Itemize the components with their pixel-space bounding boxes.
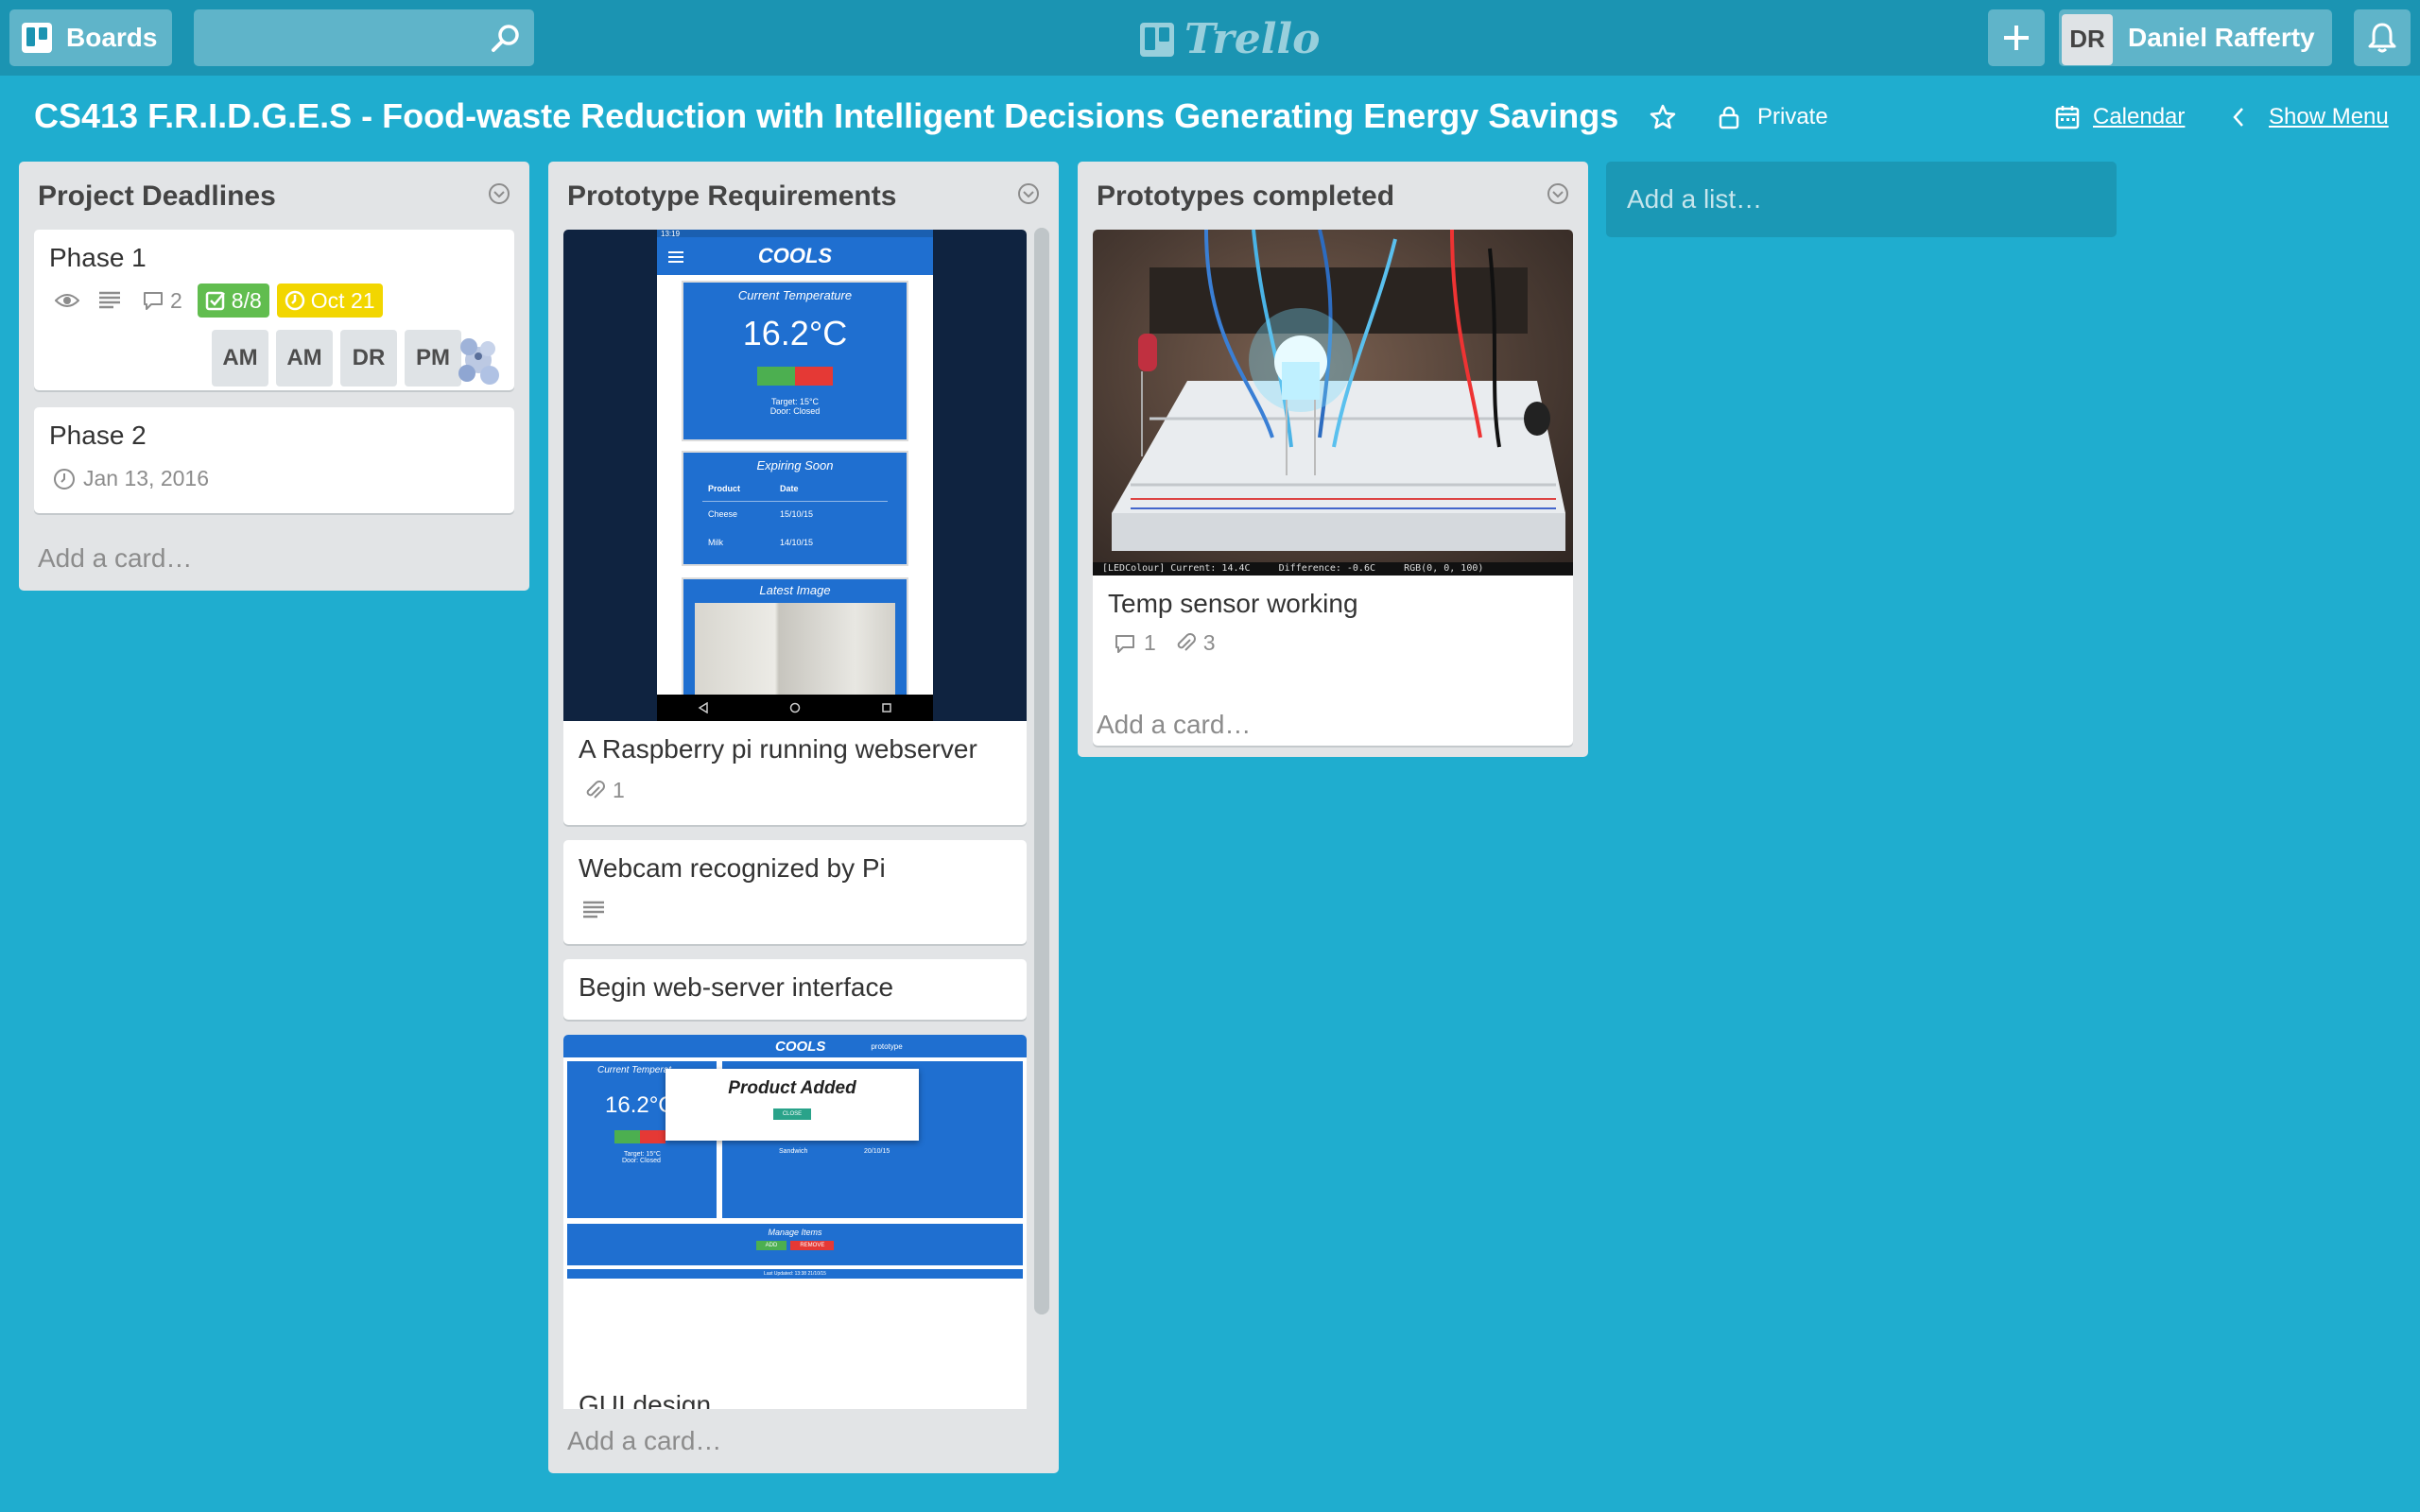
list-menu-icon[interactable] [488,182,510,205]
comment-icon [1115,634,1134,653]
boards-button[interactable]: Boards [9,9,173,66]
checkbox-icon [205,291,225,311]
chevron-left-icon [2233,108,2243,127]
member-avatar[interactable]: AM [212,330,268,387]
clock-icon [54,468,75,490]
add-list-input[interactable]: Add a list… [1606,162,2117,237]
product-added-dialog: Product Added CLOSE [666,1069,919,1141]
recents-icon [882,703,892,713]
home-icon [789,702,801,713]
boards-icon [22,23,52,53]
attachments-badge: 1 [584,778,625,803]
back-icon [698,702,708,713]
checklist-badge: 8/8 [197,284,269,318]
member-avatar[interactable]: DR [340,330,397,387]
star-icon [1650,104,1676,129]
list-scrollbar[interactable] [1034,228,1049,1314]
card-title: Temp sensor working [1108,589,1358,618]
card-web-server-interface[interactable]: Begin web-server interface [563,959,1027,1020]
plus-icon [2004,26,2029,50]
card-title: Phase 1 [49,243,147,272]
card-title: Webcam recognized by Pi [579,853,886,883]
calendar-icon [2055,106,2080,129]
star-button[interactable] [1650,104,1676,130]
scrollbar-thumb[interactable] [1034,228,1049,1314]
list-title[interactable]: Prototype Requirements [567,180,896,213]
show-menu-button[interactable]: Show Menu [2231,104,2389,130]
add-card-button[interactable]: Add a card… [1097,710,1251,740]
notifications-button[interactable] [2354,9,2411,66]
visibility-button[interactable]: Private [1718,104,1828,130]
card-phase-2[interactable]: Phase 2 Jan 13, 2016 [34,407,514,513]
card-webcam[interactable]: Webcam recognized by Pi [563,840,1027,944]
card-title: Begin web-server interface [579,972,894,1002]
card-title: GUI design [579,1390,712,1409]
list-project-deadlines: Project Deadlines Phase 1 2 8/8 Oct 21 A… [19,162,529,591]
calendar-label: Calendar [2093,104,2186,129]
member-avatar[interactable]: AM [276,330,333,387]
card-title: Phase 2 [49,421,147,450]
search-icon [492,25,519,52]
due-date-badge: Oct 21 [276,284,383,318]
trello-logo[interactable]: Trello [1139,15,1321,63]
boards-label: Boards [66,23,158,52]
paperclip-icon [586,780,605,799]
list-title[interactable]: Project Deadlines [38,180,276,213]
search-input[interactable] [194,9,534,66]
add-card-button[interactable]: Add a card… [567,1426,721,1456]
user-avatar: DR [2062,13,2113,65]
list-prototypes-completed: Prototypes completed [LEDColour] Current… [1078,162,1588,757]
card-title: A Raspberry pi running webserver [579,734,977,764]
attachments-badge: 3 [1175,630,1216,656]
board-title[interactable]: CS413 F.R.I.D.G.E.S - Food-waste Reducti… [34,96,1618,136]
lock-icon [1719,106,1739,129]
visibility-label: Private [1757,104,1828,129]
eye-icon [55,294,79,307]
sensor-overlay-text: [LEDColour] Current: 14.4C Difference: -… [1102,563,1484,574]
card-cover-breadboard-photo: [LEDColour] Current: 14.4C Difference: -… [1093,230,1573,576]
add-button[interactable] [1988,9,2045,66]
list-title[interactable]: Prototypes completed [1097,180,1394,213]
card-gui-design[interactable]: COOLS prototype Current Temperat 16.2°C … [563,1035,1027,1409]
show-menu-label: Show Menu [2269,104,2389,129]
card-raspberry-pi[interactable]: 13:19 COOLS Current Temperature 16.2°C T… [563,230,1027,825]
trello-logo-icon [1140,22,1174,57]
card-cover-phone-screenshot: 13:19 COOLS Current Temperature 16.2°C T… [563,230,1027,721]
list-menu-icon[interactable] [1547,182,1569,205]
card-temp-sensor[interactable]: [LEDColour] Current: 14.4C Difference: -… [1093,230,1573,746]
user-name: Daniel Rafferty [2128,23,2315,52]
clock-icon [285,290,305,311]
comments-badge: 2 [142,288,182,314]
add-card-button[interactable]: Add a card… [38,543,192,574]
description-icon [583,901,604,919]
calendar-button[interactable]: Calendar [2055,104,2185,130]
description-icon [99,291,120,309]
card-cover-gui-screenshot: COOLS prototype Current Temperat 16.2°C … [563,1035,1027,1290]
breadboard-photo-icon [1093,230,1573,576]
hamburger-icon [668,251,683,263]
member-avatar-image[interactable] [448,328,509,388]
list-prototype-requirements: Prototype Requirements 13:19 COOLS Curre… [548,162,1059,1473]
list-menu-icon[interactable] [1017,182,1040,205]
header-bar: Boards Trello DR Daniel Rafferty [0,0,2420,76]
due-date-badge: Jan 13, 2016 [53,466,209,491]
comment-icon [144,292,163,310]
bell-icon [2368,23,2396,53]
comments-badge: 1 [1114,630,1156,656]
card-phase-1[interactable]: Phase 1 2 8/8 Oct 21 AM AM DR PM [34,230,514,390]
paperclip-icon [1177,632,1196,651]
user-menu-button[interactable]: DR Daniel Rafferty [2059,9,2332,66]
logo-text: Trello [1184,15,1321,63]
